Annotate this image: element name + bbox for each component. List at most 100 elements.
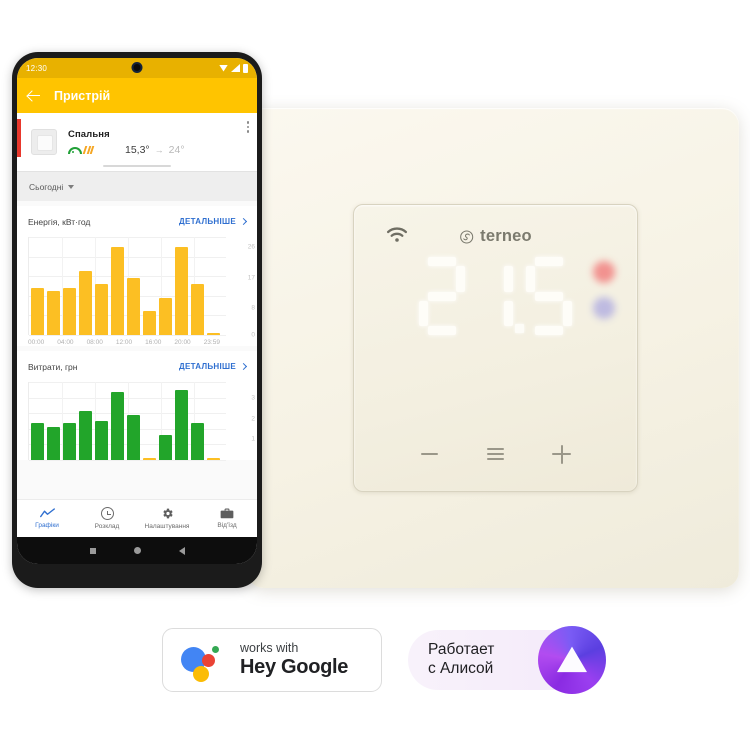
chart-title: Енергія, кВт·год xyxy=(28,216,91,227)
bar xyxy=(175,390,188,460)
cooling-led xyxy=(593,297,615,319)
drag-handle[interactable] xyxy=(103,165,171,167)
device-thumbnail-icon xyxy=(31,129,57,155)
google-badge-line2: Hey Google xyxy=(240,655,349,678)
works-with-alice-badge[interactable]: Работает с Алисой xyxy=(408,626,606,694)
bar xyxy=(31,423,44,460)
energy-details-link[interactable]: ДЕТАЛЬНІШЕ xyxy=(179,217,248,226)
cost-chart-header: Витрати, грн ДЕТАЛЬНІШЕ xyxy=(17,358,257,375)
plus-button[interactable] xyxy=(547,443,577,465)
target-temperature: 24° xyxy=(168,143,185,156)
back-arrow-icon[interactable] xyxy=(27,89,41,103)
bar xyxy=(95,284,108,335)
cost-details-link[interactable]: ДЕТАЛЬНІШЕ xyxy=(178,362,248,371)
yandex-alice-icon xyxy=(538,626,606,694)
x-tick-label: 12:00 xyxy=(115,339,133,346)
triangle-back-icon[interactable] xyxy=(178,546,185,555)
nav-label: Графіки xyxy=(35,522,59,529)
seven-segment-digits xyxy=(419,257,572,335)
segment-digit xyxy=(526,257,572,335)
signal-icon xyxy=(231,64,240,72)
cost-chart-card: Витрати, грн ДЕТАЛЬНІШЕ 1 2 3 xyxy=(17,351,257,461)
energy-x-axis: 00:00 04:00 08:00 12:00 16:00 20:00 23:59 xyxy=(17,339,233,346)
y-tick-label: 3 xyxy=(251,394,255,402)
partner-badges: works with Hey Google Работает с Алисой xyxy=(0,610,750,710)
cost-y-axis: 1 2 3 xyxy=(237,382,257,460)
segment-decimal-point xyxy=(515,324,524,333)
touch-button-row xyxy=(354,441,637,467)
segment-c xyxy=(504,300,513,326)
cost-plot-wrap: 1 2 3 xyxy=(17,382,257,461)
heating-led xyxy=(593,261,615,283)
device-info: Спальня 15,3° → 24° xyxy=(68,129,247,156)
nav-label: Від'їзд xyxy=(217,522,237,529)
bar xyxy=(63,423,76,460)
bar xyxy=(79,270,92,335)
period-selector[interactable]: Сьогодні xyxy=(17,171,257,201)
gridline xyxy=(29,335,226,336)
works-with-google-badge[interactable]: works with Hey Google xyxy=(162,628,382,692)
segment-a xyxy=(535,257,563,266)
hamburger-icon xyxy=(486,447,504,461)
battery-icon xyxy=(243,63,248,73)
segment-b xyxy=(504,266,513,292)
bar xyxy=(95,421,108,460)
bar xyxy=(127,414,140,460)
x-tick-label: 00:00 xyxy=(28,339,45,346)
energy-y-axis: 0 8 17 26 xyxy=(237,237,257,339)
phone-screen: 12:30 Пристрій Спальня 15,3° → 24° Сього… xyxy=(17,58,257,564)
nav-item-settings[interactable]: Налаштування xyxy=(137,507,197,530)
chevron-right-icon xyxy=(239,362,248,371)
plus-icon xyxy=(552,444,572,464)
led-indicators xyxy=(593,261,615,319)
heating-icon xyxy=(82,145,95,154)
google-badge-line1: works with xyxy=(240,641,299,656)
status-bar: 12:30 xyxy=(17,58,257,78)
segment-e xyxy=(419,300,428,326)
bar-zero xyxy=(207,458,220,460)
nav-item-away[interactable]: Від'їзд xyxy=(197,508,257,529)
bar xyxy=(143,311,156,335)
arrow-icon: → xyxy=(154,144,164,155)
app-bar: Пристрій xyxy=(17,78,257,113)
alice-badge-line1: Работает xyxy=(428,641,495,659)
segment-d xyxy=(535,326,563,335)
nav-item-schedule[interactable]: Розклад xyxy=(77,507,137,530)
y-tick-label: 0 xyxy=(251,331,255,339)
details-label: ДЕТАЛЬНІШЕ xyxy=(178,362,236,371)
bar xyxy=(63,287,76,335)
bar xyxy=(159,297,172,335)
panel-top: terneo xyxy=(354,205,637,257)
bar-zero xyxy=(143,458,156,460)
minus-button[interactable] xyxy=(414,443,444,465)
bar xyxy=(111,392,124,460)
menu-button[interactable] xyxy=(480,443,510,465)
camera-punchhole xyxy=(131,62,143,73)
terneo-spiral-logo xyxy=(459,229,473,244)
line-chart-icon xyxy=(39,508,55,518)
nav-item-charts[interactable]: Графіки xyxy=(17,508,77,529)
bar-group xyxy=(29,382,226,460)
chart-title: Витрати, грн xyxy=(28,361,78,372)
circle-home-icon[interactable] xyxy=(133,547,141,554)
period-label: Сьогодні xyxy=(29,181,64,192)
device-status-row: 15,3° → 24° xyxy=(68,144,247,156)
thermostat-panel: terneo xyxy=(353,204,638,492)
briefcase-icon xyxy=(220,508,234,519)
chevron-right-icon xyxy=(239,217,248,226)
segment-digit xyxy=(419,257,465,335)
phone-mockup: 12:30 Пристрій Спальня 15,3° → 24° Сього… xyxy=(12,52,262,588)
bar xyxy=(159,435,172,460)
segment-g xyxy=(428,291,456,301)
bar xyxy=(127,277,140,335)
status-icons xyxy=(219,63,248,73)
square-recents-icon[interactable] xyxy=(89,547,96,554)
x-tick-label: 16:00 xyxy=(145,339,162,346)
gear-icon xyxy=(162,508,173,519)
segment-a xyxy=(428,257,456,266)
bar xyxy=(47,291,60,335)
segment-d xyxy=(428,326,456,335)
current-temperature: 15,3° xyxy=(125,143,150,156)
device-card[interactable]: Спальня 15,3° → 24° xyxy=(17,113,257,171)
kebab-menu-icon[interactable] xyxy=(246,121,249,133)
